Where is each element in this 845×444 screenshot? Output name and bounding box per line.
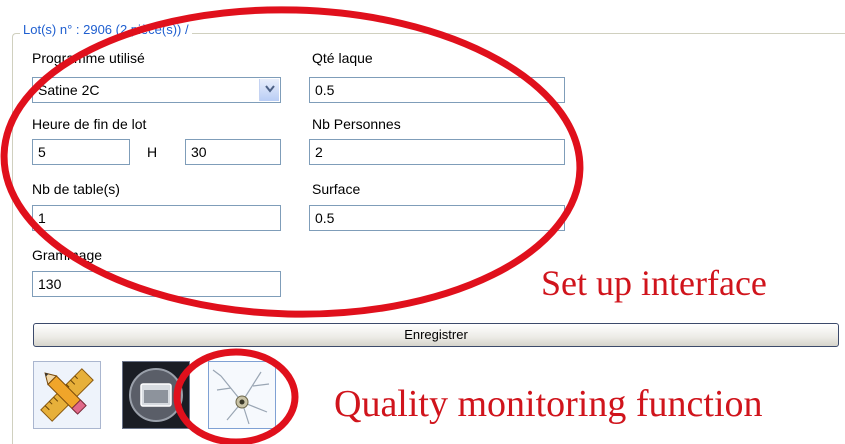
grammage-field[interactable]: 130: [32, 271, 281, 297]
surface-field[interactable]: 0.5: [309, 205, 565, 231]
neuron-icon: [212, 369, 270, 425]
programme-value: Satine 2C: [38, 82, 100, 98]
setup-annotation: Set up interface: [541, 263, 767, 303]
quality-annotation: Quality monitoring function: [334, 383, 763, 425]
heure-hours-field[interactable]: 5: [32, 139, 130, 165]
heure-fin-label: Heure de fin de lot: [32, 116, 147, 132]
quality-monitoring-button[interactable]: [208, 361, 276, 429]
edit-settings-button[interactable]: [33, 361, 101, 429]
save-button[interactable]: Enregistrer: [33, 323, 839, 347]
pencil-ruler-icon: [40, 368, 94, 422]
window-icon: [129, 368, 183, 422]
qte-laque-field[interactable]: 0.5: [309, 77, 565, 103]
lot-form-window: Lot(s) n° : 2906 (2 pièce(s)) / Programm…: [0, 0, 845, 444]
nb-tables-label: Nb de table(s): [32, 181, 120, 197]
programme-label: Programme utilisé: [32, 50, 145, 66]
nb-personnes-field[interactable]: 2: [309, 139, 565, 165]
programme-select[interactable]: Satine 2C: [32, 77, 281, 103]
nb-personnes-label: Nb Personnes: [312, 116, 401, 132]
hour-separator: H: [147, 144, 158, 160]
surface-label: Surface: [312, 181, 361, 197]
heure-minutes-field[interactable]: 30: [185, 139, 281, 165]
lot-legend: Lot(s) n° : 2906 (2 pièce(s)) /: [20, 22, 192, 37]
display-button[interactable]: [122, 361, 190, 429]
qte-laque-label: Qté laque: [312, 50, 373, 66]
grammage-label: Grammage: [32, 247, 103, 263]
chevron-down-icon[interactable]: [259, 79, 279, 101]
nb-tables-field[interactable]: 1: [32, 205, 281, 231]
